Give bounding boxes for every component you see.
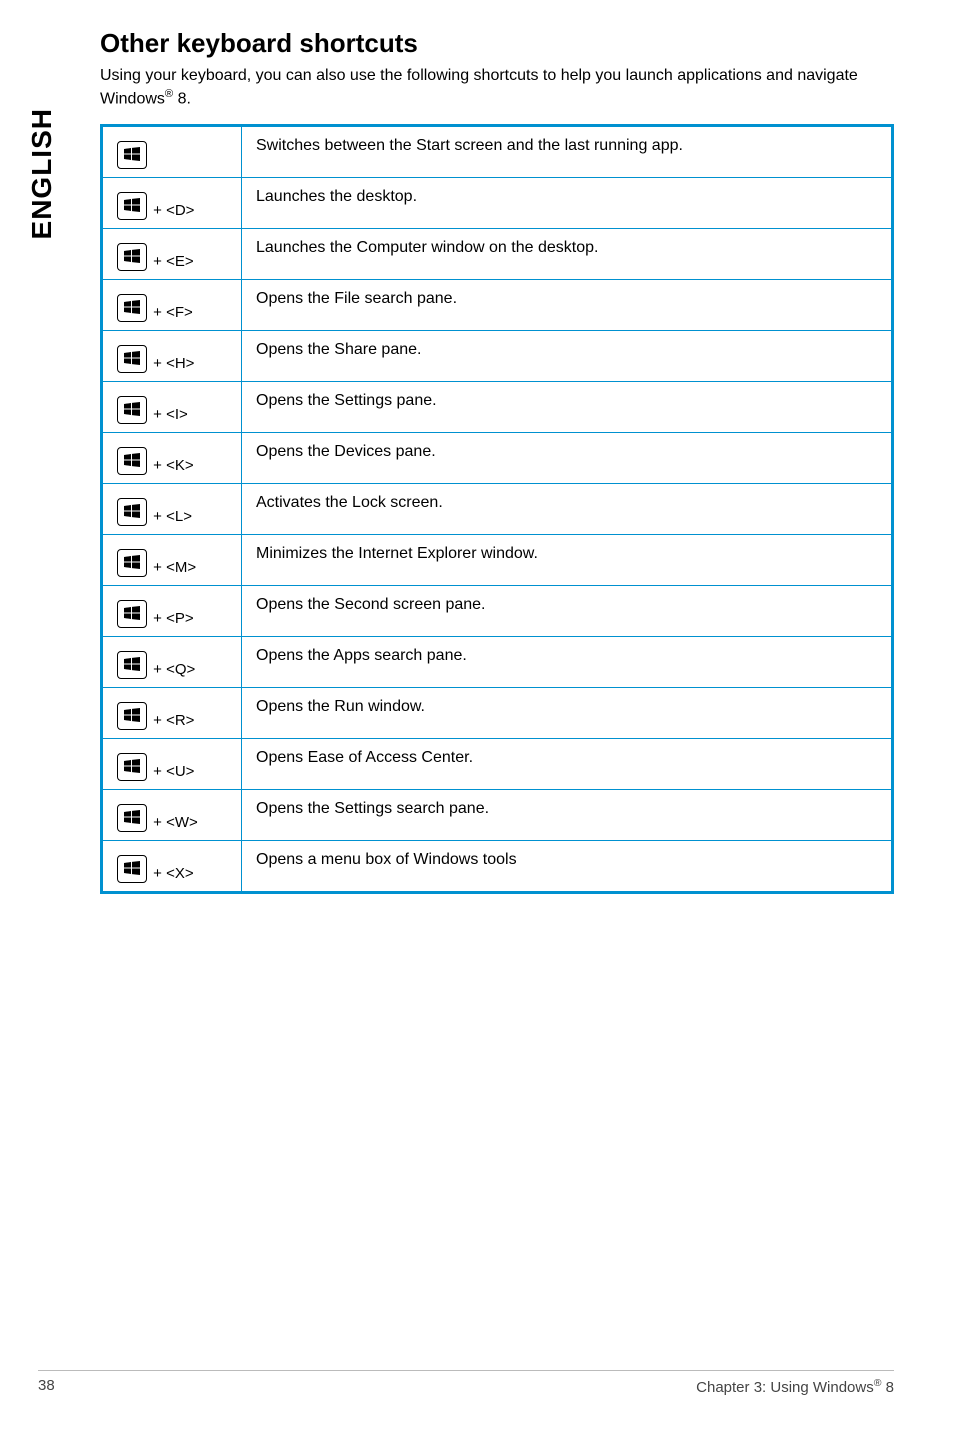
- windows-key-icon: [117, 243, 147, 271]
- windows-key-icon: [117, 447, 147, 475]
- table-row: + <X> Opens a menu box of Windows tools: [102, 840, 893, 892]
- shortcut-key-cell: + <U>: [102, 738, 242, 789]
- shortcut-key-cell: + <W>: [102, 789, 242, 840]
- windows-key-icon: [117, 192, 147, 220]
- shortcut-description: Opens the Settings pane.: [242, 381, 893, 432]
- windows-key-icon: [117, 804, 147, 832]
- key-combo-suffix: + <F>: [149, 304, 193, 321]
- key-combo-suffix: + <Q>: [149, 661, 195, 678]
- key-combo-suffix: + <H>: [149, 355, 194, 372]
- key-combo-suffix: + <I>: [149, 406, 188, 423]
- windows-key-icon: [117, 600, 147, 628]
- key-combo-suffix: + <K>: [149, 457, 194, 474]
- key-combo-suffix: + <M>: [149, 559, 196, 576]
- shortcut-description: Opens the File search pane.: [242, 279, 893, 330]
- shortcut-description: Launches the desktop.: [242, 177, 893, 228]
- shortcut-key-cell: + <H>: [102, 330, 242, 381]
- key-combo-suffix: + <P>: [149, 610, 194, 627]
- table-row: + <H> Opens the Share pane.: [102, 330, 893, 381]
- table-row: + <M> Minimizes the Internet Explorer win…: [102, 534, 893, 585]
- page-title: Other keyboard shortcuts: [100, 28, 894, 59]
- table-row: + <P> Opens the Second screen pane.: [102, 585, 893, 636]
- table-row: + <K> Opens the Devices pane.: [102, 432, 893, 483]
- shortcut-description: Activates the Lock screen.: [242, 483, 893, 534]
- key-combo-suffix: + <R>: [149, 712, 194, 729]
- table-row: + <W> Opens the Settings search pane.: [102, 789, 893, 840]
- key-combo-suffix: + <E>: [149, 253, 194, 270]
- table-row: + <U> Opens Ease of Access Center.: [102, 738, 893, 789]
- shortcut-description: Switches between the Start screen and th…: [242, 125, 893, 177]
- shortcut-description: Opens Ease of Access Center.: [242, 738, 893, 789]
- table-row: Switches between the Start screen and th…: [102, 125, 893, 177]
- key-combo-suffix: + <U>: [149, 763, 194, 780]
- windows-key-icon: [117, 702, 147, 730]
- shortcut-key-cell: + <R>: [102, 687, 242, 738]
- shortcut-key-cell: + <I>: [102, 381, 242, 432]
- windows-key-icon: [117, 855, 147, 883]
- table-row: + <E> Launches the Computer window on the…: [102, 228, 893, 279]
- shortcut-key-cell: + <P>: [102, 585, 242, 636]
- windows-key-icon: [117, 549, 147, 577]
- table-row: + <F> Opens the File search pane.: [102, 279, 893, 330]
- shortcut-description: Opens the Apps search pane.: [242, 636, 893, 687]
- shortcut-key-cell: + <F>: [102, 279, 242, 330]
- shortcut-description: Launches the Computer window on the desk…: [242, 228, 893, 279]
- windows-key-icon: [117, 498, 147, 526]
- page-content: Other keyboard shortcuts Using your keyb…: [100, 0, 894, 894]
- shortcut-description: Opens the Settings search pane.: [242, 789, 893, 840]
- shortcut-description: Opens the Run window.: [242, 687, 893, 738]
- table-row: + <R> Opens the Run window.: [102, 687, 893, 738]
- key-combo-suffix: + <L>: [149, 508, 192, 525]
- windows-key-icon: [117, 294, 147, 322]
- shortcuts-table: Switches between the Start screen and th…: [100, 124, 894, 894]
- table-row: + <I> Opens the Settings pane.: [102, 381, 893, 432]
- shortcut-key-cell: + <L>: [102, 483, 242, 534]
- shortcut-key-cell: + <Q>: [102, 636, 242, 687]
- table-row: + <L> Activates the Lock screen.: [102, 483, 893, 534]
- shortcut-description: Opens the Share pane.: [242, 330, 893, 381]
- registered-mark: ®: [165, 88, 173, 100]
- chapter-label: Chapter 3: Using Windows® 8: [696, 1377, 894, 1396]
- shortcut-key-cell: + <D>: [102, 177, 242, 228]
- table-row: + <D> Launches the desktop.: [102, 177, 893, 228]
- shortcut-key-cell: [102, 125, 242, 177]
- intro-text-prefix: Using your keyboard, you can also use th…: [100, 67, 858, 107]
- windows-key-icon: [117, 141, 147, 169]
- key-combo-suffix: + <D>: [149, 202, 194, 219]
- intro-text-suffix: 8.: [173, 90, 191, 107]
- windows-key-icon: [117, 651, 147, 679]
- shortcut-key-cell: + <K>: [102, 432, 242, 483]
- intro-paragraph: Using your keyboard, you can also use th…: [100, 65, 894, 110]
- key-combo-suffix: + <W>: [149, 814, 198, 831]
- windows-key-icon: [117, 396, 147, 424]
- shortcut-key-cell: + <M>: [102, 534, 242, 585]
- key-combo-suffix: + <X>: [149, 865, 194, 882]
- windows-key-icon: [117, 753, 147, 781]
- shortcut-key-cell: + <E>: [102, 228, 242, 279]
- table-row: + <Q> Opens the Apps search pane.: [102, 636, 893, 687]
- windows-key-icon: [117, 345, 147, 373]
- shortcut-description: Minimizes the Internet Explorer window.: [242, 534, 893, 585]
- page-number: 38: [38, 1377, 55, 1396]
- shortcut-description: Opens a menu box of Windows tools: [242, 840, 893, 892]
- shortcut-description: Opens the Second screen pane.: [242, 585, 893, 636]
- language-sidebar: ENGLISH: [26, 108, 58, 239]
- shortcut-key-cell: + <X>: [102, 840, 242, 892]
- shortcut-description: Opens the Devices pane.: [242, 432, 893, 483]
- page-footer: 38 Chapter 3: Using Windows® 8: [38, 1370, 894, 1396]
